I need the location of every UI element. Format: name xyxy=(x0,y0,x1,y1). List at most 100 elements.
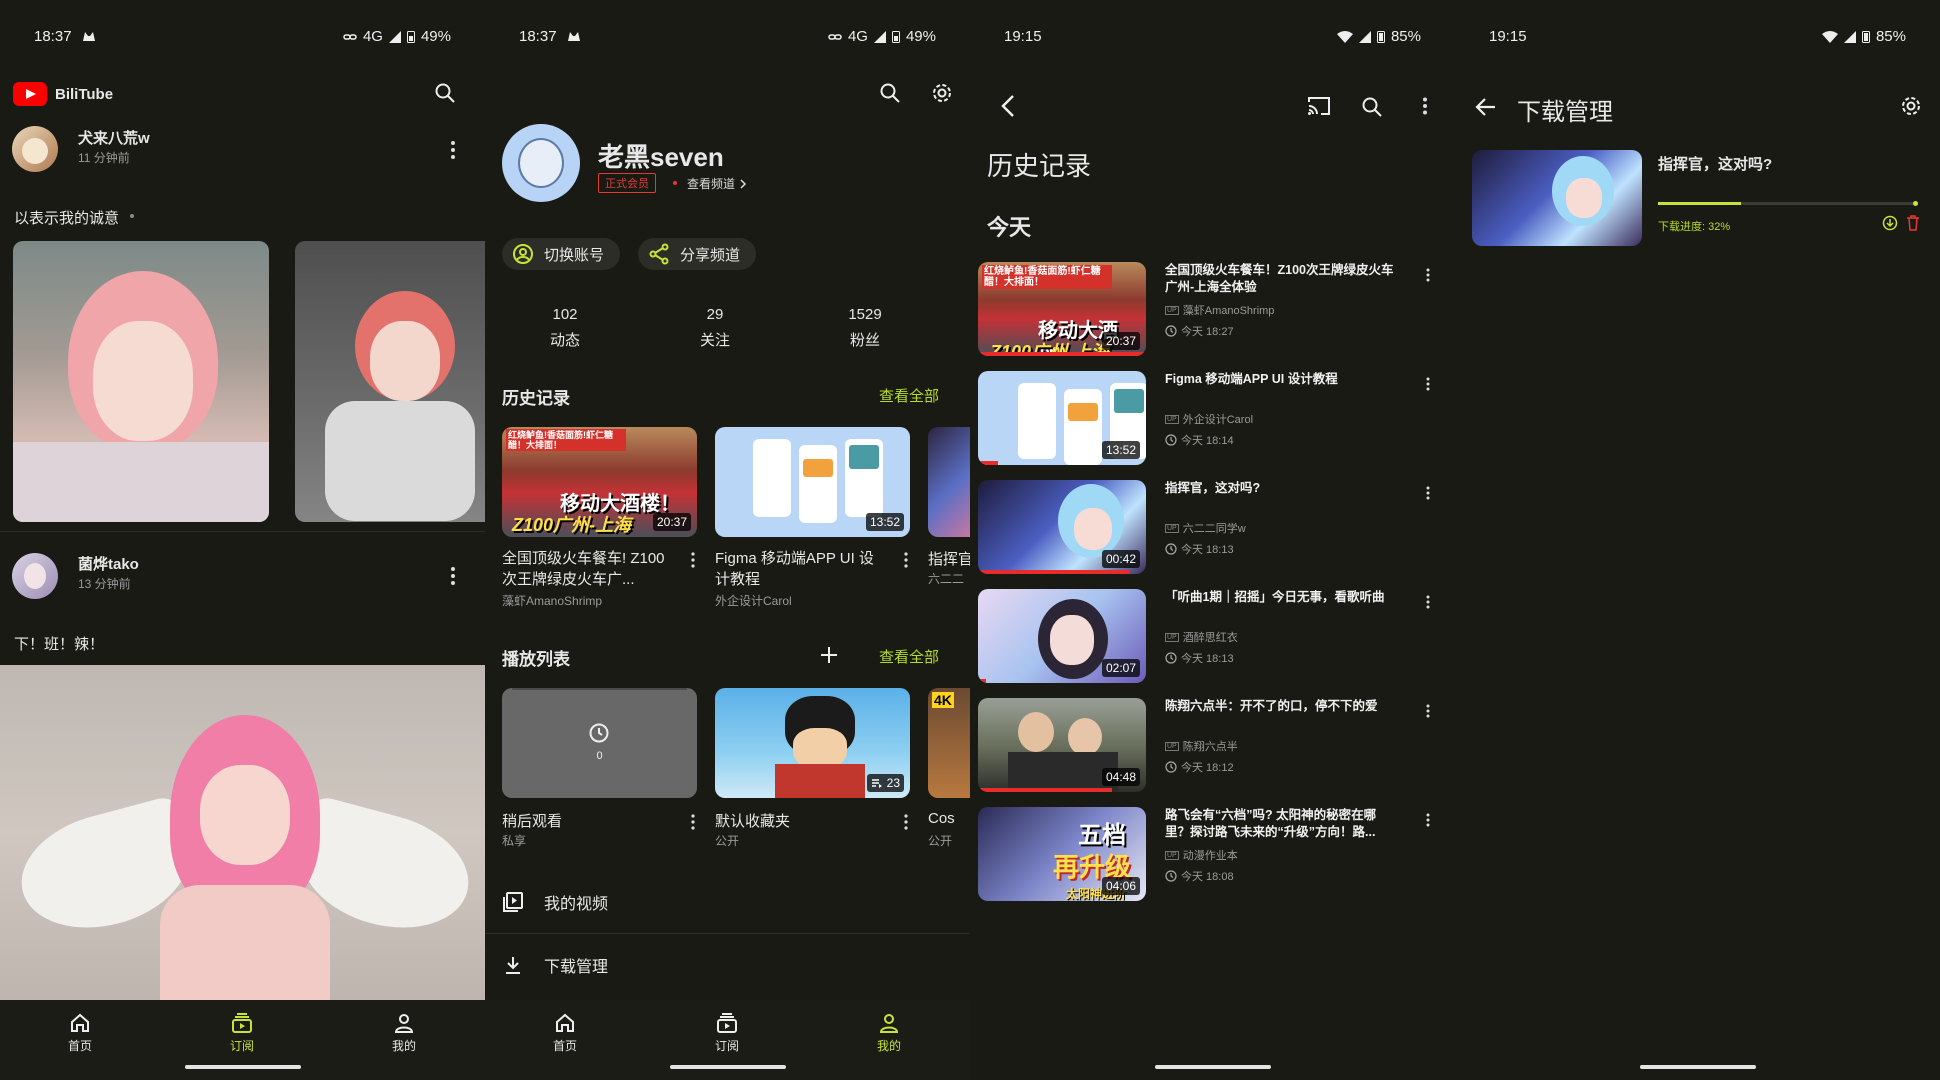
view-all-link[interactable]: 查看全部 xyxy=(879,385,939,406)
avatar[interactable] xyxy=(12,126,58,172)
history-item-title[interactable]: 指挥官，这对吗? xyxy=(1165,480,1400,497)
stat-value: 1529 xyxy=(848,306,882,323)
history-thumb[interactable]: 红烧鲈鱼!香菇面筋!虾仁糖醋！大排面！ 移动大酒楼！ Z100广州-上海 20:… xyxy=(978,262,1146,356)
share-channel-button[interactable]: 分享频道 xyxy=(638,238,757,270)
history-item[interactable]: 红烧鲈鱼!香菇面筋!虾仁糖醋！大排面！ 移动大酒楼！ Z100广州-上海 20:… xyxy=(970,262,1455,362)
post-image[interactable] xyxy=(13,241,269,522)
download-title[interactable]: 指挥官，这对吗? xyxy=(1658,153,1772,174)
more-vert-icon[interactable] xyxy=(903,814,909,830)
avatar[interactable] xyxy=(502,124,580,202)
nav-home[interactable]: 首页 xyxy=(30,1012,130,1054)
search-icon[interactable] xyxy=(434,82,456,104)
playlist-title[interactable]: Cos xyxy=(928,810,970,827)
more-vert-icon[interactable] xyxy=(690,814,696,830)
history-title[interactable]: Figma 移动端APP UI 设计教程 xyxy=(715,548,885,590)
settings-icon[interactable] xyxy=(931,82,953,104)
history-item-channel: 陈翔六点半 xyxy=(1182,741,1238,753)
playlist-count-badge: 23 xyxy=(866,774,904,792)
history-item-title[interactable]: 全国顶级火车餐车！Z100次王牌绿皮火车广州-上海全体验 xyxy=(1165,262,1400,296)
more-vert-icon[interactable] xyxy=(1425,268,1431,282)
switch-account-button[interactable]: 切换账号 xyxy=(502,238,621,270)
add-icon[interactable] xyxy=(819,645,839,665)
post-text: 以表示我的诚意 xyxy=(14,210,120,227)
more-vert-icon[interactable] xyxy=(1425,377,1431,391)
search-icon[interactable] xyxy=(1361,96,1383,118)
playlist-icon xyxy=(871,778,883,788)
avatar[interactable] xyxy=(12,553,58,599)
stat-following[interactable]: 29 关注 xyxy=(665,306,765,350)
history-item[interactable]: 04:48 陈翔六点半：开不了的口，停不下的爱 UP 陈翔六点半 今天 18:1… xyxy=(970,698,1455,798)
cast-icon[interactable] xyxy=(1307,96,1331,116)
view-all-link[interactable]: 查看全部 xyxy=(879,646,939,667)
history-item-channel: 藻虾AmanoShrimp xyxy=(1182,305,1275,317)
downloads-label: 下载管理 xyxy=(544,959,609,976)
history-item-time: 今天 18:08 xyxy=(1181,871,1234,883)
history-item-title[interactable]: Figma 移动端APP UI 设计教程 xyxy=(1165,371,1400,388)
back-icon[interactable] xyxy=(1000,94,1016,118)
more-vert-icon[interactable] xyxy=(449,566,457,586)
nav-subscriptions[interactable]: 订阅 xyxy=(192,1012,292,1054)
download-thumb[interactable] xyxy=(1472,150,1642,246)
stat-value: 102 xyxy=(552,306,578,323)
playlist-title[interactable]: 默认收藏夹 xyxy=(715,810,790,831)
history-item-title[interactable]: 陈翔六点半：开不了的口，停不下的爱 xyxy=(1165,698,1400,715)
nav-me-label: 我的 xyxy=(391,1039,416,1053)
more-vert-icon[interactable] xyxy=(690,552,696,568)
history-thumb[interactable]: 00:42 xyxy=(978,480,1146,574)
nav-me[interactable]: 我的 xyxy=(839,1012,939,1054)
more-vert-icon[interactable] xyxy=(903,552,909,568)
more-vert-icon[interactable] xyxy=(1425,595,1431,609)
thumb-overlay-text: 红烧鲈鱼!香菇面筋!虾仁糖醋！大排面！ xyxy=(982,265,1112,289)
thumb-overlay-text: 红烧鲈鱼!香菇面筋!虾仁糖醋！大排面！ xyxy=(506,429,626,451)
watch-progress-bar xyxy=(978,461,999,465)
download-circle-icon[interactable] xyxy=(1882,215,1898,231)
status-time: 19:15 xyxy=(1004,28,1042,45)
history-item-time-row: 今天 18:13 xyxy=(1165,541,1234,557)
more-vert-icon[interactable] xyxy=(1425,704,1431,718)
search-icon[interactable] xyxy=(879,82,901,104)
history-thumb[interactable]: 13:52 xyxy=(715,427,910,537)
stat-followers[interactable]: 1529 粉丝 xyxy=(815,306,915,350)
link-icon xyxy=(343,32,357,42)
playlist-thumb[interactable]: 4K xyxy=(928,688,970,798)
quality-badge: 4K xyxy=(932,692,954,708)
history-thumb[interactable]: 红烧鲈鱼!香菇面筋!虾仁糖醋！大排面！ 移动大酒楼！ Z100广州-上海 20:… xyxy=(502,427,697,537)
downloads-row[interactable]: 下载管理 xyxy=(502,953,608,977)
playlist-thumb[interactable]: 23 xyxy=(715,688,910,798)
post-author[interactable]: 犬来八荒w xyxy=(78,127,150,148)
history-thumb[interactable]: 04:48 xyxy=(978,698,1146,792)
stat-posts[interactable]: 102 动态 xyxy=(515,306,615,350)
nav-subscriptions[interactable]: 订阅 xyxy=(677,1012,777,1054)
arrow-back-icon[interactable] xyxy=(1475,97,1497,117)
history-item-title[interactable]: 路飞会有“六档”吗? 太阳神的秘密在哪里？探讨路飞未来的“升级”方向！路... xyxy=(1165,807,1400,841)
history-title[interactable]: 全国顶级火车餐车! Z100次王牌绿皮火车广... xyxy=(502,548,672,590)
history-thumb[interactable]: 13:52 xyxy=(978,371,1146,465)
history-item[interactable]: 13:52 Figma 移动端APP UI 设计教程 UP 外企设计Carol … xyxy=(970,371,1455,471)
settings-icon[interactable] xyxy=(1900,95,1922,117)
my-videos-row[interactable]: 我的视频 xyxy=(502,890,608,914)
nav-home[interactable]: 首页 xyxy=(515,1012,615,1054)
history-thumb[interactable]: 五档 再升级 太阳神进阶 04:06 xyxy=(978,807,1146,901)
post-image[interactable] xyxy=(0,665,485,1001)
duration-badge: 20:37 xyxy=(1101,332,1140,350)
more-vert-icon[interactable] xyxy=(449,140,457,160)
gesture-bar xyxy=(669,1065,786,1069)
history-title[interactable]: 指挥官 xyxy=(928,548,970,569)
history-item-title[interactable]: 「听曲1期｜招摇」今日无事，看歌听曲 xyxy=(1165,589,1400,606)
member-badge: 正式会员 xyxy=(598,173,656,193)
history-thumb[interactable] xyxy=(928,427,970,537)
playlist-thumb[interactable]: 0 xyxy=(502,688,697,798)
post-image[interactable] xyxy=(295,241,485,522)
nav-me[interactable]: 我的 xyxy=(354,1012,454,1054)
more-vert-icon[interactable] xyxy=(1425,486,1431,500)
history-thumb[interactable]: 02:07 xyxy=(978,589,1146,683)
view-channel-link[interactable]: 查看频道 xyxy=(687,175,747,192)
more-vert-icon[interactable] xyxy=(1425,813,1431,827)
playlist-title[interactable]: 稍后观看 xyxy=(502,810,562,831)
more-vert-icon[interactable] xyxy=(1422,97,1428,115)
history-item[interactable]: 00:42 指挥官，这对吗? UP 六二二同学w 今天 18:13 xyxy=(970,480,1455,580)
post-author[interactable]: 菌烨tako xyxy=(78,553,139,574)
delete-icon[interactable] xyxy=(1906,215,1920,231)
history-item[interactable]: 02:07 「听曲1期｜招摇」今日无事，看歌听曲 UP 酒醉思红衣 今天 18:… xyxy=(970,589,1455,689)
history-item[interactable]: 五档 再升级 太阳神进阶 04:06 路飞会有“六档”吗? 太阳神的秘密在哪里？… xyxy=(970,807,1455,907)
